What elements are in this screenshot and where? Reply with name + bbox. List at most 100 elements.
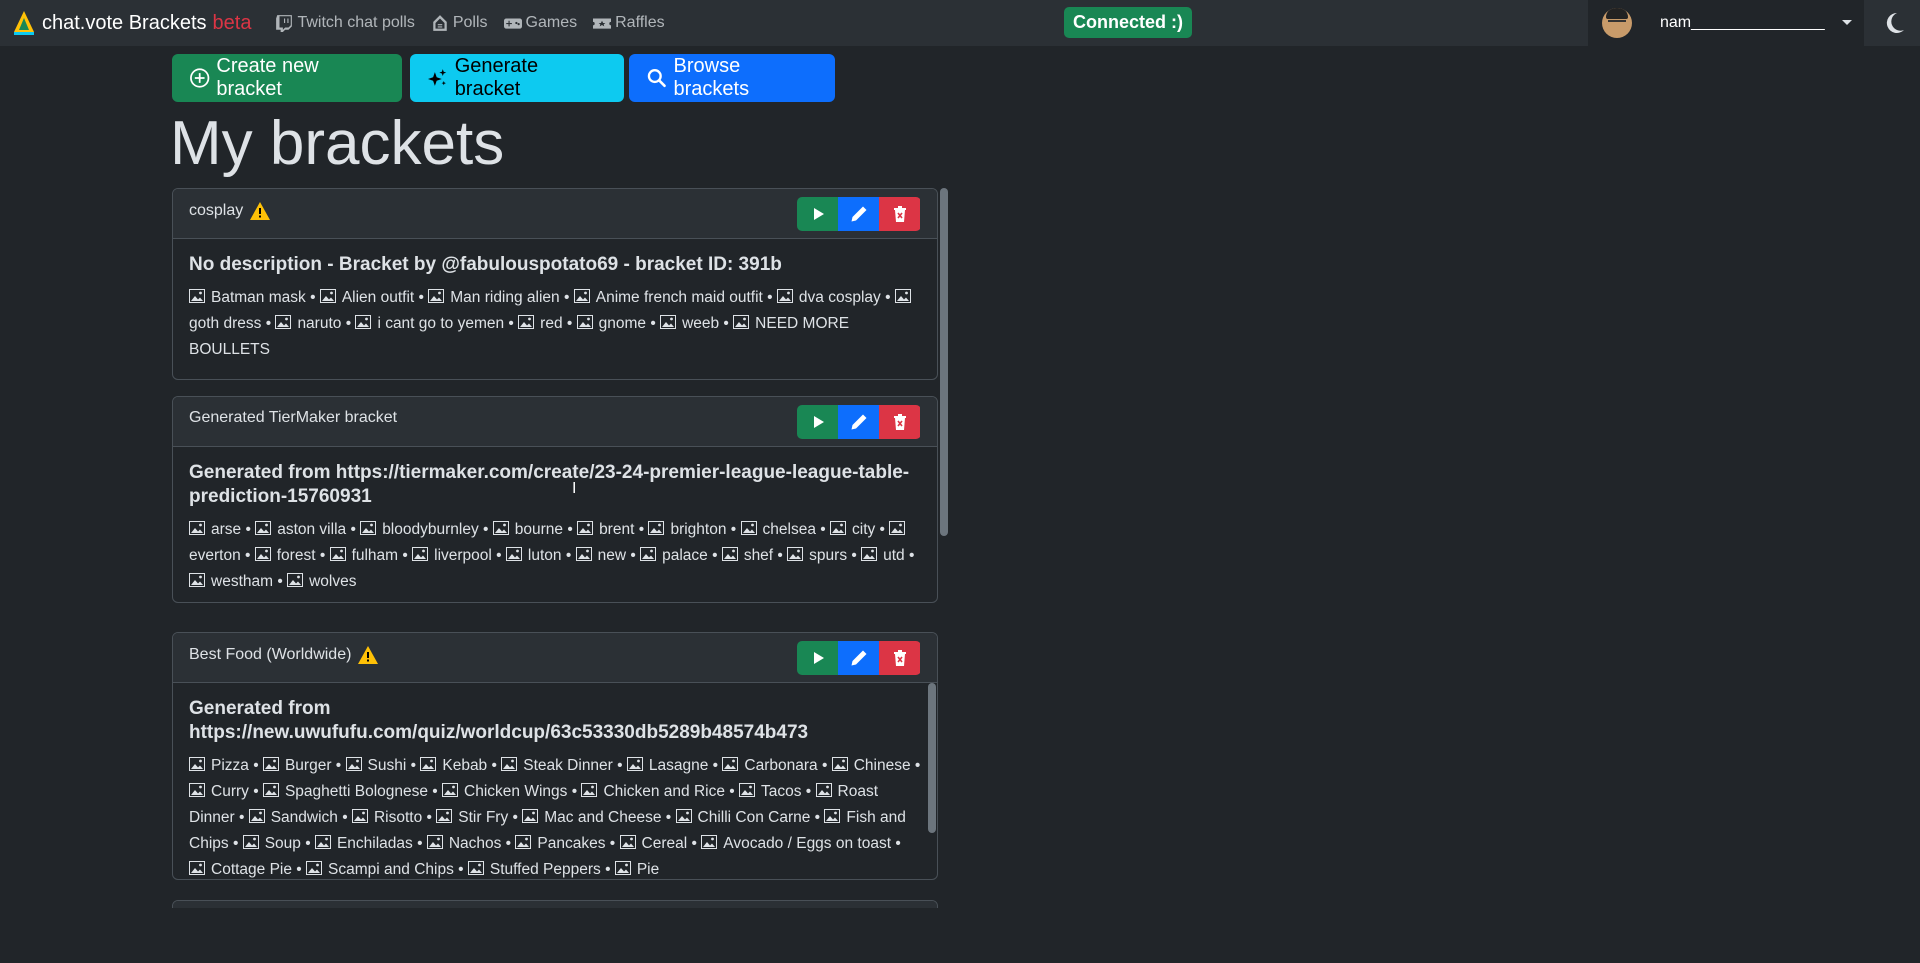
bracket-item-label: Carbonara bbox=[744, 757, 818, 774]
nav-polls[interactable]: Polls bbox=[431, 14, 488, 32]
bracket-item-label: spurs bbox=[809, 547, 848, 564]
pencil-icon bbox=[851, 650, 866, 666]
image-icon bbox=[577, 521, 594, 535]
image-icon bbox=[894, 289, 911, 303]
browse-brackets-button[interactable]: Browse brackets bbox=[629, 54, 835, 102]
bracket-item: red bbox=[518, 315, 563, 332]
bracket-name: cosplay bbox=[189, 202, 244, 219]
play-button[interactable] bbox=[797, 197, 838, 231]
bracket-item: shef bbox=[721, 547, 774, 564]
play-icon bbox=[813, 652, 824, 664]
bracket-item-label: aston villa bbox=[277, 521, 347, 538]
image-icon bbox=[575, 547, 592, 561]
bracket-item-label: Man riding alien bbox=[450, 289, 560, 306]
bracket-card-header bbox=[173, 901, 937, 908]
bracket-card-body: No description - Bracket by @fabulouspot… bbox=[173, 239, 937, 375]
gamepad-icon bbox=[503, 18, 522, 29]
generate-bracket-label: Generate bracket bbox=[454, 55, 539, 100]
bracket-item-label: shef bbox=[743, 547, 774, 564]
delete-button[interactable] bbox=[879, 405, 920, 439]
bracket-card-header: cosplay bbox=[173, 189, 937, 239]
image-icon bbox=[861, 547, 878, 561]
nav-games[interactable]: Games bbox=[503, 14, 577, 32]
image-icon bbox=[420, 757, 437, 771]
image-icon bbox=[740, 521, 757, 535]
card-scrollbar[interactable] bbox=[927, 683, 937, 879]
delete-button[interactable] bbox=[879, 641, 920, 675]
trash-icon bbox=[893, 650, 906, 666]
list-scrollbar-thumb[interactable] bbox=[940, 188, 948, 536]
bracket-items: Pizza • Burger • Sushi • Kebab • Steak D… bbox=[189, 757, 921, 878]
play-button[interactable] bbox=[797, 405, 838, 439]
image-icon bbox=[573, 289, 590, 303]
bracket-item: Batman mask bbox=[189, 289, 306, 306]
bracket-item: city bbox=[830, 521, 875, 538]
image-icon bbox=[189, 783, 205, 797]
text-cursor-icon: I bbox=[572, 480, 577, 497]
bracket-item-label: red bbox=[540, 315, 563, 332]
bracket-title: Generated TierMaker bracket bbox=[189, 409, 397, 427]
image-icon bbox=[626, 757, 643, 771]
bracket-item: forest bbox=[254, 547, 316, 564]
edit-button[interactable] bbox=[838, 641, 879, 675]
image-icon bbox=[189, 757, 205, 771]
warning-icon bbox=[358, 646, 379, 664]
image-icon bbox=[345, 757, 362, 771]
card-scrollbar-thumb[interactable] bbox=[928, 683, 936, 833]
moon-icon[interactable] bbox=[1880, 9, 1908, 37]
image-icon bbox=[492, 521, 509, 535]
play-button[interactable] bbox=[797, 641, 838, 675]
bracket-item: Alien outfit bbox=[319, 289, 414, 306]
bracket-card bbox=[172, 900, 938, 908]
avatar bbox=[1602, 8, 1632, 38]
bracket-item-label: Cereal bbox=[641, 835, 688, 852]
image-icon bbox=[189, 521, 205, 535]
edit-button[interactable] bbox=[838, 405, 879, 439]
bracket-item: wolves bbox=[287, 573, 356, 590]
image-icon bbox=[189, 289, 205, 303]
nav-raffles[interactable]: Raffles bbox=[593, 14, 665, 32]
bracket-item-label: Lasagne bbox=[648, 757, 709, 774]
bracket-item-label: Stir Fry bbox=[458, 809, 509, 826]
bracket-item-label: dva cosplay bbox=[798, 289, 881, 306]
create-bracket-button[interactable]: Create new bracket bbox=[172, 54, 402, 102]
bracket-name: Generated TierMaker bracket bbox=[189, 409, 398, 426]
list-scrollbar[interactable] bbox=[938, 188, 950, 908]
nav-links: Twitch chat polls Polls Games Raffles bbox=[275, 14, 680, 32]
image-icon bbox=[675, 809, 692, 823]
bracket-card-header: Best Food (Worldwide) bbox=[173, 633, 937, 683]
image-icon bbox=[515, 835, 532, 849]
bracket-list[interactable]: cosplay No description - Bracket by @fab… bbox=[172, 188, 938, 908]
bracket-item: Chicken and Rice bbox=[581, 783, 725, 800]
bracket-item: liverpool bbox=[412, 547, 492, 564]
bracket-item-label: Batman mask bbox=[211, 289, 306, 306]
delete-button[interactable] bbox=[879, 197, 920, 231]
bracket-actions bbox=[797, 197, 921, 231]
bracket-item-label: bloodyburnley bbox=[382, 521, 479, 538]
bracket-card-body: Generated from https://tiermaker.com/cre… bbox=[173, 447, 937, 602]
nav-twitch-chat-polls[interactable]: Twitch chat polls bbox=[275, 14, 415, 32]
bracket-item: Curry bbox=[189, 783, 249, 800]
image-icon bbox=[648, 521, 665, 535]
bracket-item-label: utd bbox=[883, 547, 905, 564]
bracket-item-label: new bbox=[597, 547, 627, 564]
bracket-item: weeb bbox=[660, 315, 719, 332]
bracket-item: Pie bbox=[614, 861, 659, 878]
bracket-item-label: naruto bbox=[297, 315, 342, 332]
bracket-title: cosplay bbox=[189, 201, 271, 221]
image-icon bbox=[275, 315, 292, 329]
edit-button[interactable] bbox=[838, 197, 879, 231]
bracket-item: luton bbox=[505, 547, 562, 564]
bracket-item: chelsea bbox=[740, 521, 816, 538]
connection-status-badge: Connected :) bbox=[1064, 7, 1192, 38]
user-menu[interactable]: nam_______________ bbox=[1588, 0, 1864, 46]
bracket-item: Cottage Pie bbox=[189, 861, 292, 878]
bracket-item-label: city bbox=[852, 521, 876, 538]
pencil-icon bbox=[851, 414, 866, 430]
page-title: My brackets bbox=[170, 109, 505, 178]
bracket-item: bourne bbox=[492, 521, 563, 538]
generate-bracket-button[interactable]: Generate bracket bbox=[410, 54, 624, 102]
nav-label: Raffles bbox=[615, 14, 665, 31]
brand[interactable]: chat.vote Brackets beta bbox=[12, 10, 251, 36]
bracket-item: naruto bbox=[275, 315, 341, 332]
